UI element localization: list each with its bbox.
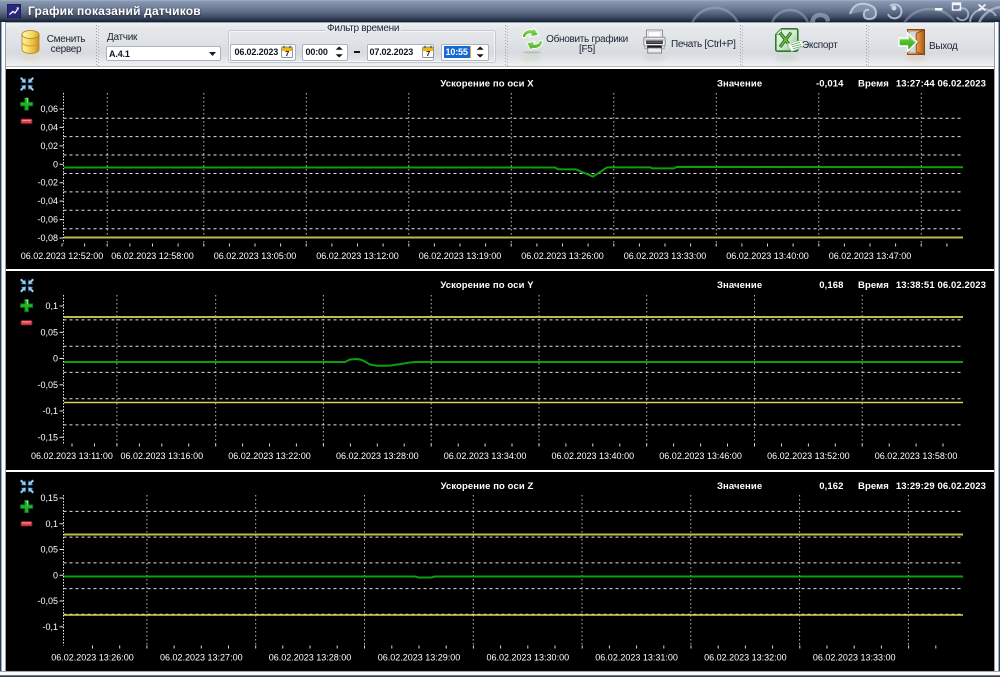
svg-text:0,162: 0,162 [819,481,843,492]
svg-text:-0,1: -0,1 [42,406,58,416]
svg-text:06.02.2023 12:52:00: 06.02.2023 12:52:00 [21,251,104,261]
svg-text:06.02.2023 13:52:00: 06.02.2023 13:52:00 [767,451,850,461]
svg-text:-0,08: -0,08 [37,233,58,243]
svg-text:-0,05: -0,05 [37,380,58,390]
svg-text:06.02.2023 13:32:00: 06.02.2023 13:32:00 [704,653,787,663]
svg-text:0,04: 0,04 [40,122,58,132]
svg-text:0,168: 0,168 [819,280,843,291]
svg-text:0: 0 [53,570,58,580]
svg-text:06.02.2023 13:30:00: 06.02.2023 13:30:00 [487,653,570,663]
svg-text:-0,06: -0,06 [37,215,58,225]
svg-text:13:38:51 06.02.2023: 13:38:51 06.02.2023 [896,280,986,291]
svg-text:06.02.2023 13:58:00: 06.02.2023 13:58:00 [875,451,958,461]
svg-text:06.02.2023 13:40:00: 06.02.2023 13:40:00 [552,451,635,461]
svg-text:06.02.2023 13:12:00: 06.02.2023 13:12:00 [316,251,399,261]
svg-text:Время: Время [858,79,889,90]
svg-text:0,15: 0,15 [40,493,58,503]
svg-text:06.02.2023 13:05:00: 06.02.2023 13:05:00 [214,251,297,261]
svg-text:-0,02: -0,02 [37,178,58,188]
svg-text:06.02.2023 13:11:00: 06.02.2023 13:11:00 [31,451,113,461]
svg-text:0,1: 0,1 [45,519,58,529]
svg-text:-0,014: -0,014 [816,79,844,90]
svg-text:06.02.2023 13:31:00: 06.02.2023 13:31:00 [595,653,678,663]
svg-text:-0,15: -0,15 [37,432,58,442]
svg-text:Значение: Значение [717,481,762,492]
svg-text:0: 0 [53,159,58,169]
svg-text:Время: Время [858,481,889,492]
svg-text:Ускорение по оси Y: Ускорение по оси Y [440,280,534,291]
svg-text:06.02.2023 13:29:00: 06.02.2023 13:29:00 [378,653,461,663]
svg-text:Значение: Значение [717,280,762,291]
svg-text:06.02.2023 13:47:00: 06.02.2023 13:47:00 [829,251,912,261]
svg-text:Ускорение по оси X: Ускорение по оси X [440,79,534,90]
svg-text:0,02: 0,02 [40,141,58,151]
svg-text:0,06: 0,06 [40,104,58,114]
svg-text:-0,05: -0,05 [37,596,58,606]
svg-text:06.02.2023 13:40:00: 06.02.2023 13:40:00 [726,251,809,261]
svg-text:0: 0 [53,354,58,364]
svg-text:06.02.2023 13:22:00: 06.02.2023 13:22:00 [228,451,311,461]
svg-text:06.02.2023 13:26:00: 06.02.2023 13:26:00 [51,653,134,663]
svg-text:06.02.2023 13:33:00: 06.02.2023 13:33:00 [813,653,896,663]
svg-text:06.02.2023 13:33:00: 06.02.2023 13:33:00 [624,251,707,261]
svg-text:Ускорение по оси Z: Ускорение по оси Z [441,481,534,492]
svg-text:0,05: 0,05 [40,327,58,337]
svg-text:06.02.2023 13:46:00: 06.02.2023 13:46:00 [659,451,742,461]
svg-text:06.02.2023 13:19:00: 06.02.2023 13:19:00 [419,251,502,261]
svg-text:06.02.2023 13:34:00: 06.02.2023 13:34:00 [444,451,527,461]
svg-text:06.02.2023 12:58:00: 06.02.2023 12:58:00 [111,251,194,261]
svg-text:Значение: Значение [717,79,762,90]
svg-text:06.02.2023 13:16:00: 06.02.2023 13:16:00 [121,451,204,461]
svg-text:06.02.2023 13:28:00: 06.02.2023 13:28:00 [336,451,419,461]
svg-text:-0,04: -0,04 [37,196,58,206]
svg-text:13:27:44 06.02.2023: 13:27:44 06.02.2023 [896,79,986,90]
svg-text:0,1: 0,1 [45,301,58,311]
svg-text:06.02.2023 13:28:00: 06.02.2023 13:28:00 [269,653,352,663]
svg-text:06.02.2023 13:26:00: 06.02.2023 13:26:00 [521,251,604,261]
svg-text:Время: Время [858,280,889,291]
svg-text:13:29:29 06.02.2023: 13:29:29 06.02.2023 [896,481,986,492]
svg-text:-0,1: -0,1 [42,622,58,632]
svg-text:0,05: 0,05 [40,545,58,555]
svg-text:06.02.2023 13:27:00: 06.02.2023 13:27:00 [160,653,243,663]
